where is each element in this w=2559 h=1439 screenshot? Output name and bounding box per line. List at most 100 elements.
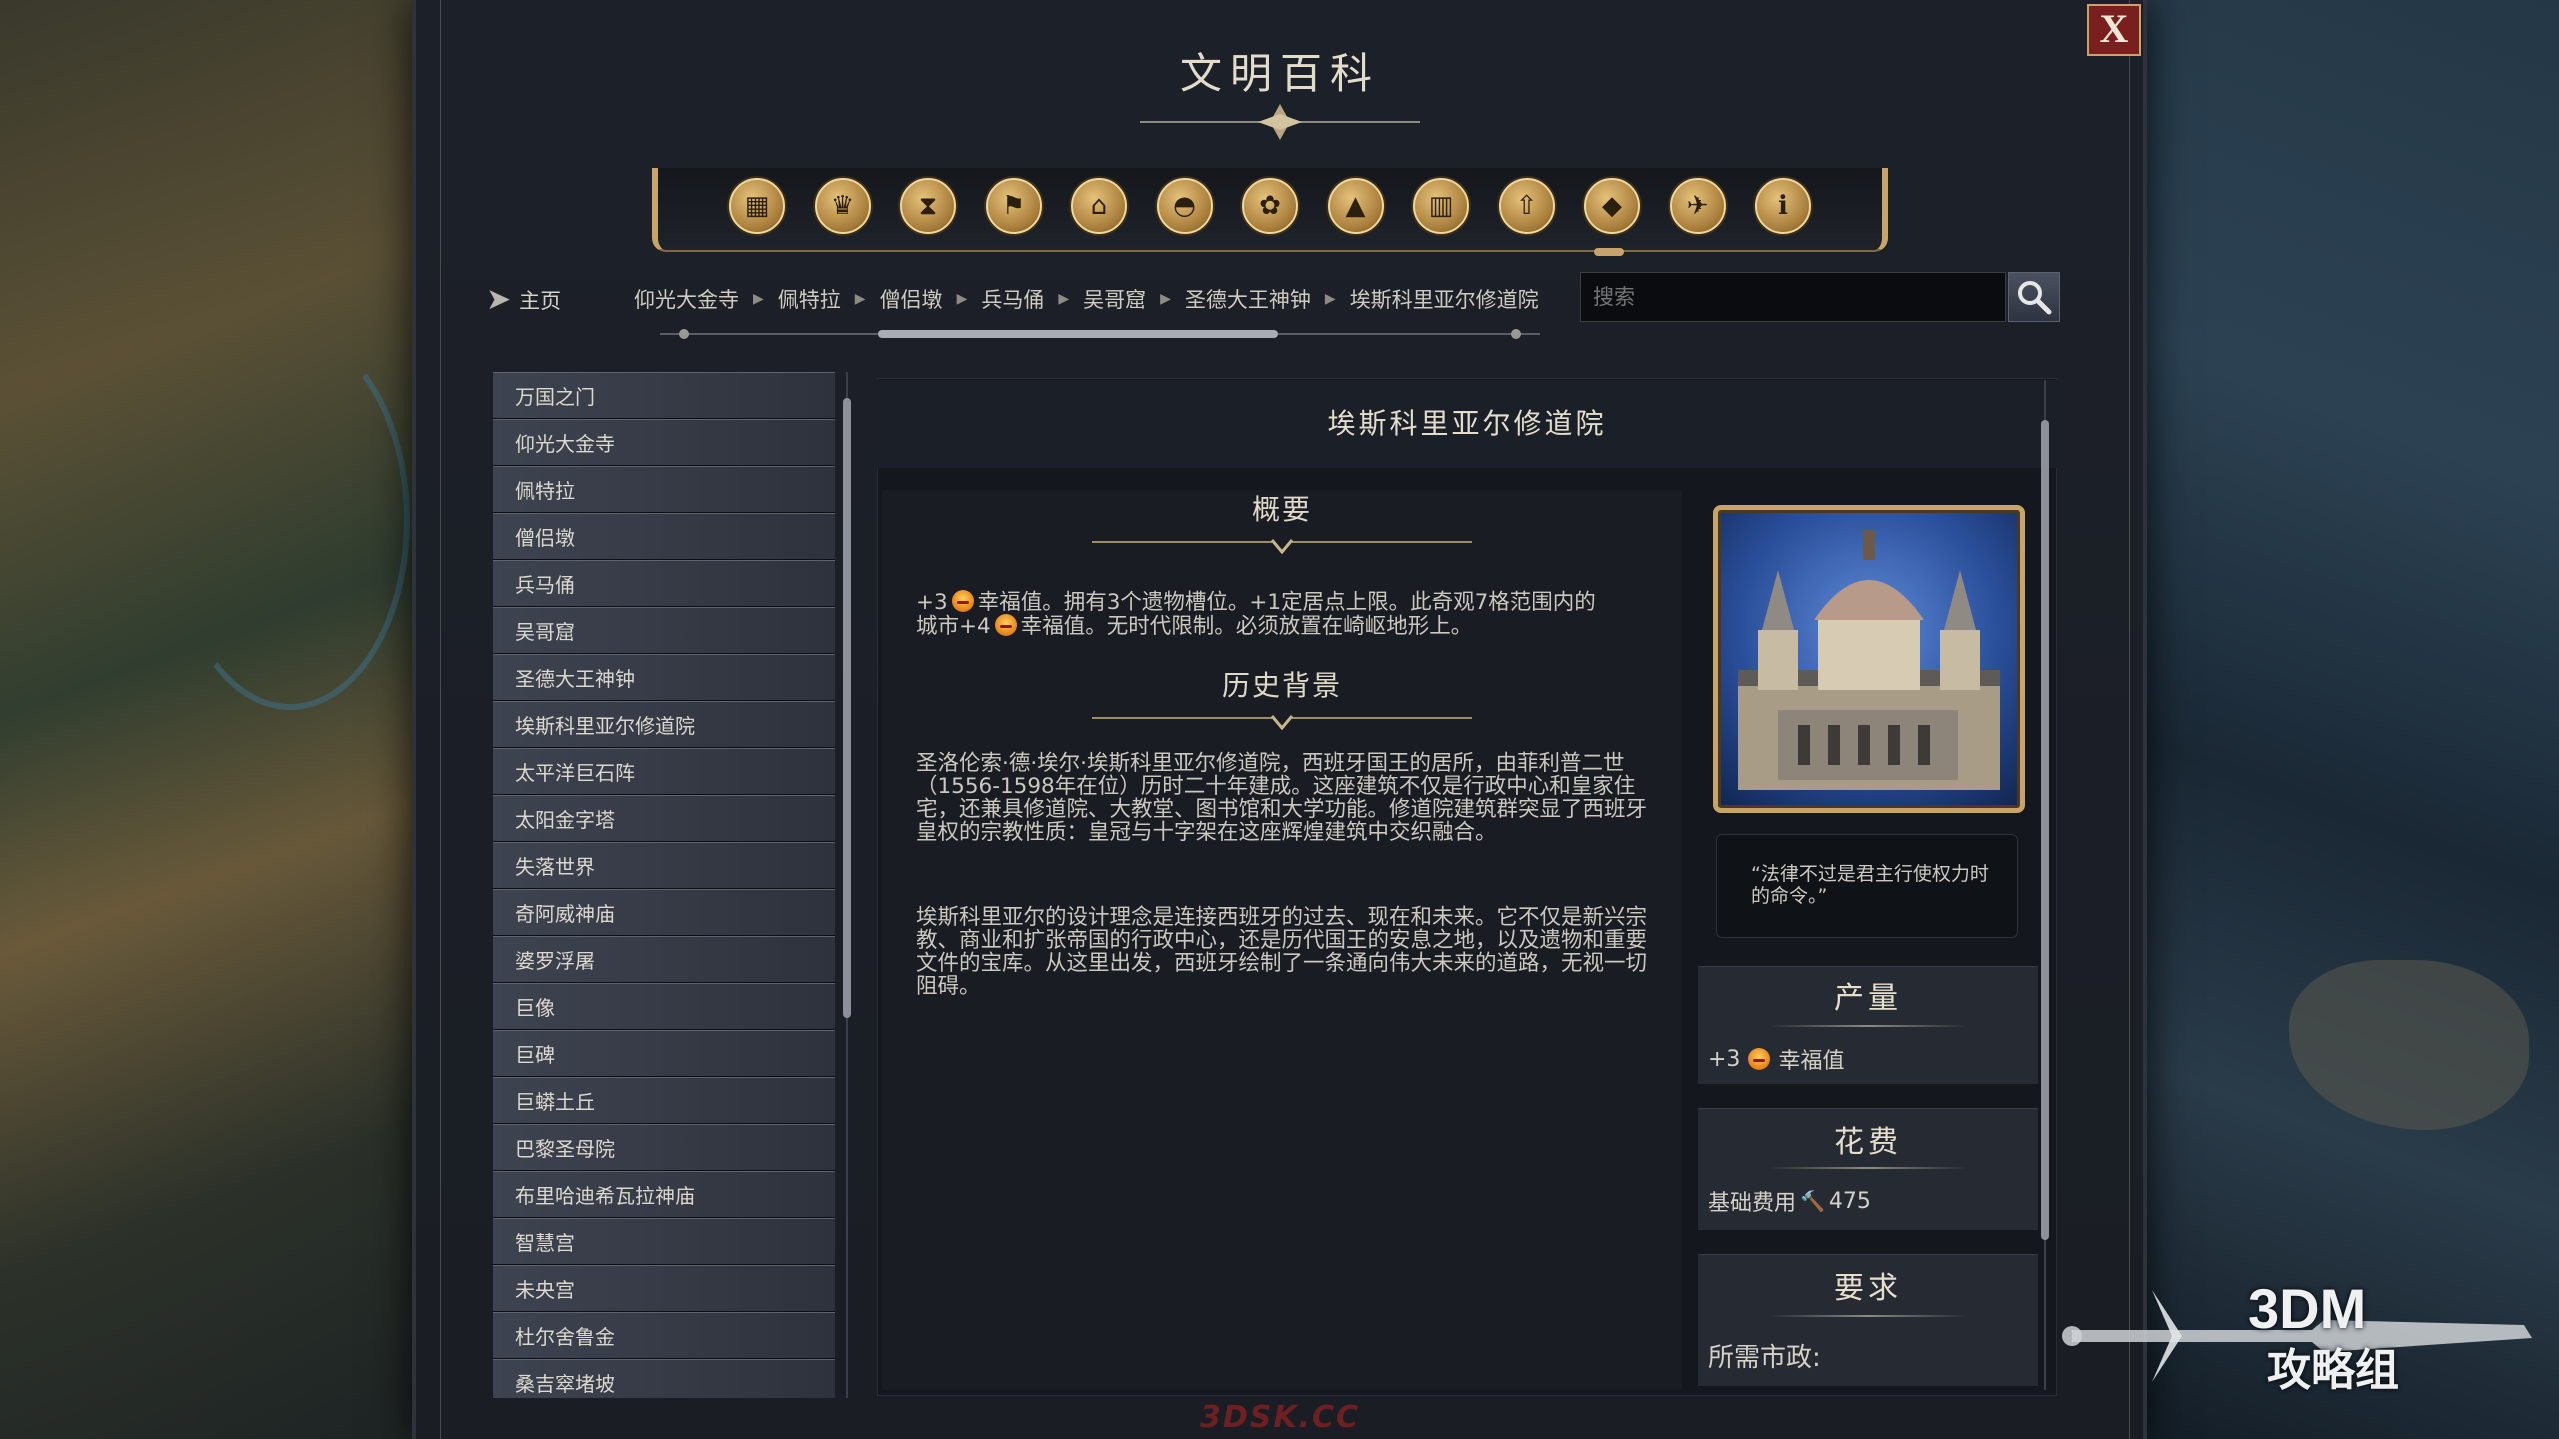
production-divider bbox=[1768, 1025, 1968, 1027]
production-value: +3 幸福值 bbox=[1708, 1043, 1844, 1075]
list-item[interactable]: 桑吉窣堵坡 bbox=[493, 1359, 835, 1398]
cost-label: 基础费用 bbox=[1708, 1191, 1797, 1216]
watermark-line2: 攻略组 bbox=[2267, 1345, 2399, 1396]
overview-ornament bbox=[1092, 539, 1472, 554]
building-icon[interactable]: ▥ bbox=[1413, 178, 1469, 234]
happiness-icon bbox=[994, 614, 1017, 636]
list-item[interactable]: 婆罗浮屠 bbox=[493, 936, 835, 983]
info-icon[interactable]: ℹ bbox=[1755, 178, 1811, 234]
production-section: 产量 +3 幸福值 bbox=[1698, 966, 2038, 1084]
hammer-icon: 🔨 bbox=[1800, 1189, 1825, 1213]
cost-divider bbox=[1768, 1167, 1968, 1169]
list-item[interactable]: 太阳金字塔 bbox=[493, 795, 835, 842]
history-paragraph-2: 埃斯科里亚尔的设计理念是连接西班牙的过去、现在和未来。它不仅是新兴宗教、商业和扩… bbox=[916, 905, 1648, 999]
list-item[interactable]: 奇阿威神庙 bbox=[493, 889, 835, 936]
list-item[interactable]: 杜尔舍鲁金 bbox=[493, 1312, 835, 1359]
list-item[interactable]: 僧侣墩 bbox=[493, 513, 835, 560]
cost-section: 花费 基础费用 🔨 475 bbox=[1698, 1108, 2038, 1230]
back-arrow-icon: ➤ bbox=[486, 282, 512, 317]
required-civic: 所需市政: bbox=[1708, 1343, 1821, 1373]
list-item[interactable]: 埃斯科里亚尔修道院 bbox=[493, 701, 835, 748]
breadcrumb-separator-icon: ▶ bbox=[1324, 291, 1336, 307]
breadcrumb-item[interactable]: 佩特拉 bbox=[778, 284, 841, 314]
history-paragraph-1: 圣洛伦索·德·埃尔·埃斯科里亚尔修道院，西班牙国王的居所，由菲利普二世（1556… bbox=[916, 751, 1648, 845]
goblet-icon[interactable]: ♛ bbox=[814, 178, 871, 234]
temple-icon[interactable]: ⌂ bbox=[1071, 178, 1127, 234]
production-title: 产量 bbox=[1834, 981, 1902, 1016]
watermark-line1: 3DM bbox=[2248, 1277, 2367, 1340]
requirements-title: 要求 bbox=[1834, 1271, 1902, 1306]
article-scrollbar[interactable] bbox=[2040, 380, 2050, 1390]
list-item[interactable]: 佩特拉 bbox=[493, 466, 835, 513]
search-input[interactable] bbox=[1580, 272, 2006, 322]
list-item[interactable]: 智慧宫 bbox=[493, 1218, 835, 1265]
breadcrumb-separator-icon: ▶ bbox=[1160, 291, 1171, 307]
list-item[interactable]: 仰光大金寺 bbox=[493, 419, 835, 466]
list-item[interactable]: 巨像 bbox=[493, 983, 835, 1030]
up-arrow-icon[interactable]: ⇧ bbox=[1498, 178, 1555, 234]
overview-title: 概要 bbox=[1251, 493, 1312, 526]
list-item[interactable]: 万国之门 bbox=[493, 372, 835, 419]
mountain-icon[interactable]: ▲ bbox=[1327, 178, 1384, 234]
flag-icon[interactable]: ⚑ bbox=[985, 178, 1042, 234]
production-label: 幸福值 bbox=[1778, 1049, 1845, 1074]
title-ornament bbox=[1140, 104, 1420, 140]
page-title: 文明百科 bbox=[1179, 49, 1380, 98]
happiness-icon bbox=[1748, 1048, 1771, 1070]
gem-icon[interactable]: ◆ bbox=[1584, 178, 1640, 234]
breadcrumb-separator-icon: ▶ bbox=[956, 291, 968, 307]
list-item[interactable]: 圣德大王神钟 bbox=[493, 654, 835, 701]
breadcrumb-item[interactable]: 圣德大王神钟 bbox=[1185, 284, 1311, 314]
overview-value: +3 bbox=[916, 590, 948, 615]
search-button[interactable] bbox=[2008, 272, 2060, 322]
list-item[interactable]: 巨碑 bbox=[493, 1030, 835, 1077]
3dm-watermark: 3DM 攻略组 bbox=[2062, 1270, 2532, 1410]
wonder-quote: “法律不过是君主行使权力时的命令。” bbox=[1716, 834, 2018, 938]
production-amount: +3 bbox=[1708, 1046, 1741, 1072]
flower-icon[interactable]: ✿ bbox=[1242, 178, 1298, 234]
requirements-divider bbox=[1768, 1315, 1968, 1317]
category-selected-indicator bbox=[1594, 248, 1624, 256]
happiness-icon bbox=[951, 590, 974, 612]
breadcrumb-item[interactable]: 僧侣墩 bbox=[880, 284, 943, 314]
history-title: 历史背景 bbox=[1221, 669, 1342, 702]
breadcrumb-scrollbar[interactable] bbox=[660, 327, 1540, 341]
bottom-watermark: 3DSK.CC bbox=[1200, 1400, 1361, 1435]
hourglass-icon[interactable]: ⧗ bbox=[900, 178, 956, 234]
overview-line2: 幸福值。无时代限制。必须放置在崎岖地形上。 bbox=[1020, 614, 1473, 639]
overview-line1: 幸福值。拥有3个遗物槽位。+1定居点上限。此奇观7格范围内的 bbox=[977, 590, 1596, 615]
breadcrumb-separator-icon: ▶ bbox=[753, 291, 764, 307]
list-item[interactable]: 失落世界 bbox=[493, 842, 835, 889]
list-item[interactable]: 巨蟒土丘 bbox=[493, 1077, 835, 1124]
breadcrumb-item[interactable]: 埃斯科里亚尔修道院 bbox=[1350, 284, 1539, 314]
wonder-portrait bbox=[1713, 505, 2025, 813]
list-item[interactable]: 未央宫 bbox=[493, 1265, 835, 1312]
breadcrumb-item[interactable]: 仰光大金寺 bbox=[634, 284, 739, 314]
home-label: 主页 bbox=[519, 288, 562, 313]
search-icon bbox=[2018, 281, 2052, 315]
requirements-section: 要求 所需市政: bbox=[1698, 1254, 2038, 1386]
list-item[interactable]: 巴黎圣母院 bbox=[493, 1124, 835, 1171]
overview-text: +3 幸福值。拥有3个遗物槽位。+1定居点上限。此奇观7格范围内的 城市+4 幸福值… bbox=[916, 590, 1656, 638]
list-item[interactable]: 吴哥窟 bbox=[493, 607, 835, 654]
list-item[interactable]: 兵马俑 bbox=[493, 560, 835, 607]
monastery-image bbox=[1738, 530, 2000, 790]
list-scrollbar[interactable] bbox=[842, 372, 852, 1398]
dome-icon[interactable]: ◓ bbox=[1156, 178, 1213, 234]
map-river bbox=[170, 330, 410, 710]
list-item[interactable]: 太平洋巨石阵 bbox=[493, 748, 835, 795]
breadcrumb-separator-icon: ▶ bbox=[854, 291, 866, 307]
home-link[interactable]: ➤ 主页 bbox=[486, 282, 561, 317]
cost-value: 基础费用 🔨 475 bbox=[1708, 1185, 1871, 1217]
list-item[interactable]: 布里哈迪希瓦拉神庙 bbox=[493, 1171, 835, 1218]
overview-value-2: 城市+4 bbox=[916, 614, 991, 639]
crates-icon[interactable]: ▦ bbox=[729, 178, 785, 234]
breadcrumb: 仰光大金寺 ▶ 佩特拉 ▶ 僧侣墩 ▶ 兵马俑 ▶ 吴哥窟 ▶ 圣德大王神钟 ▶ 埃斯科里亚尔修道院 bbox=[634, 284, 1539, 314]
cost-title: 花费 bbox=[1834, 1125, 1902, 1160]
close-button[interactable]: X bbox=[2087, 4, 2141, 56]
breadcrumb-item[interactable]: 吴哥窟 bbox=[1083, 284, 1146, 314]
bird-icon[interactable]: ✈ bbox=[1669, 178, 1726, 234]
article-title: 埃斯科里亚尔修道院 bbox=[877, 380, 2057, 468]
breadcrumb-item[interactable]: 兵马俑 bbox=[981, 284, 1044, 314]
wonder-list: 万国之门 仰光大金寺 佩特拉 僧侣墩 兵马俑 吴哥窟 圣德大王神钟 埃斯科里亚尔修道院 太平洋巨… bbox=[493, 372, 835, 1398]
